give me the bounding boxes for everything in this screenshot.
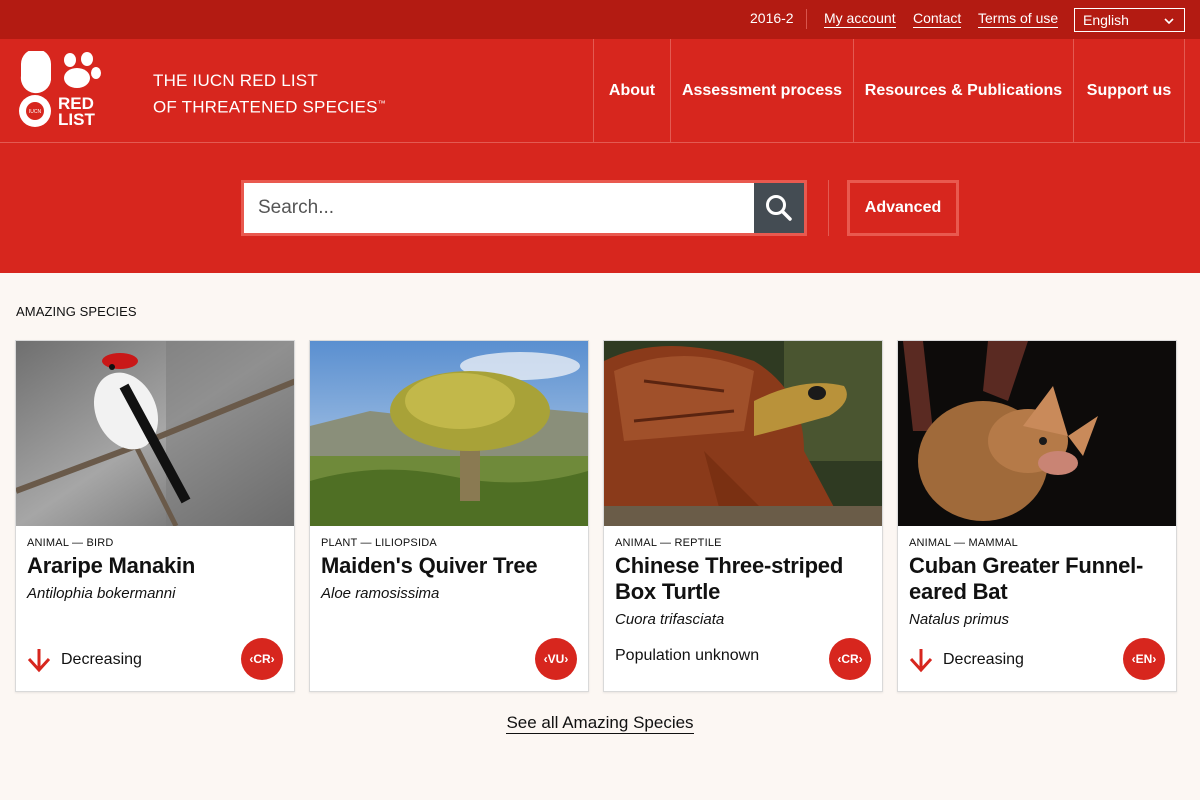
species-name: Chinese Three-striped Box Turtle: [615, 553, 844, 604]
species-card[interactable]: ANIMAL — MAMMAL Cuban Greater Funnel-ear…: [897, 340, 1177, 692]
species-card[interactable]: ANIMAL — BIRD Araripe Manakin Antilophia…: [15, 340, 295, 692]
species-scientific-name: Aloe ramosissima: [321, 585, 440, 602]
species-category: ANIMAL — REPTILE: [615, 537, 722, 549]
terms-of-use-link[interactable]: Terms of use: [978, 10, 1059, 28]
status-code-text: EN: [1135, 652, 1153, 666]
species-scientific-name: Natalus primus: [909, 611, 1010, 628]
status-code: ›: [270, 652, 275, 666]
contact-link[interactable]: Contact: [913, 10, 962, 28]
species-category: ANIMAL — BIRD: [27, 537, 114, 549]
see-all-link-wrap: See all Amazing Species: [0, 713, 1200, 734]
population-trend: Decreasing: [27, 647, 142, 673]
advanced-search-button[interactable]: Advanced: [847, 180, 959, 236]
search-icon: [766, 195, 792, 221]
divider: [806, 9, 807, 29]
status-badge[interactable]: ‹ EN ›: [1123, 638, 1165, 680]
species-scientific-name: Cuora trifasciata: [615, 611, 725, 628]
status-code: ›: [858, 652, 863, 666]
status-badge[interactable]: ‹ VU ›: [535, 638, 577, 680]
red-list-logo-icon: IUCN RED LIST: [19, 49, 101, 129]
site-title-line2: OF THREATENED SPECIES: [153, 97, 378, 117]
species-scientific-name: Antilophia bokermanni: [27, 585, 176, 602]
nav-assessment-process[interactable]: Assessment process: [670, 39, 853, 143]
site-title[interactable]: THE IUCN RED LIST OF THREATENED SPECIES™: [153, 69, 386, 119]
chevron-down-icon: [1164, 18, 1174, 25]
status-code: ›: [564, 652, 569, 666]
see-all-link[interactable]: See all Amazing Species: [506, 713, 694, 734]
nav-about[interactable]: About: [593, 39, 670, 143]
species-photo: [898, 341, 1176, 526]
trend-label: Decreasing: [61, 651, 142, 668]
site-title-line2-wrap: OF THREATENED SPECIES™: [153, 92, 386, 119]
logo-small-text: IUCN: [29, 109, 42, 115]
species-category: ANIMAL — MAMMAL: [909, 537, 1018, 549]
search-box: [241, 180, 807, 236]
divider: [828, 180, 829, 236]
search-button[interactable]: [754, 183, 804, 233]
status-code: ›: [1152, 652, 1157, 666]
nav-support-us[interactable]: Support us: [1073, 39, 1185, 143]
red-list-logo[interactable]: IUCN RED LIST: [18, 49, 108, 131]
trend-label: Population unknown: [615, 647, 760, 664]
language-value: English: [1083, 12, 1129, 28]
population-trend: Population unknown: [615, 647, 759, 665]
search-band: Advanced: [0, 143, 1200, 273]
nav-resources-publications[interactable]: Resources & Publications: [853, 39, 1073, 143]
site-header: IUCN RED LIST THE IUCN RED LIST OF THREA…: [0, 39, 1200, 143]
status-badge[interactable]: ‹ CR ›: [241, 638, 283, 680]
site-title-line1: THE IUCN RED LIST: [153, 71, 318, 90]
species-photo: [310, 341, 588, 526]
version-label: 2016-2: [750, 10, 794, 26]
language-select[interactable]: English: [1074, 8, 1185, 32]
species-card[interactable]: ANIMAL — REPTILE Chinese Three-striped B…: [603, 340, 883, 692]
my-account-link[interactable]: My account: [824, 10, 896, 28]
trademark: ™: [377, 99, 386, 108]
species-photo: [604, 341, 882, 526]
status-code-text: CR: [841, 652, 859, 666]
status-code-text: VU: [547, 652, 565, 666]
status-badge[interactable]: ‹ CR ›: [829, 638, 871, 680]
species-category: PLANT — LILIOPSIDA: [321, 537, 437, 549]
species-name: Maiden's Quiver Tree: [321, 553, 538, 578]
arrow-down-icon: [909, 649, 933, 673]
species-photo: [16, 341, 294, 526]
section-title: AMAZING SPECIES: [16, 304, 137, 319]
species-name: Araripe Manakin: [27, 553, 196, 578]
top-utility-bar: 2016-2 My account Contact Terms of use E…: [0, 0, 1200, 39]
logo-list-text: LIST: [58, 110, 95, 129]
search-input[interactable]: [244, 183, 756, 233]
status-code-text: CR: [253, 652, 271, 666]
population-trend: Decreasing: [909, 647, 1024, 673]
arrow-down-icon: [27, 649, 51, 673]
species-name: Cuban Greater Funnel-eared Bat: [909, 553, 1144, 604]
trend-label: Decreasing: [943, 651, 1024, 668]
species-card[interactable]: PLANT — LILIOPSIDA Maiden's Quiver Tree …: [309, 340, 589, 692]
